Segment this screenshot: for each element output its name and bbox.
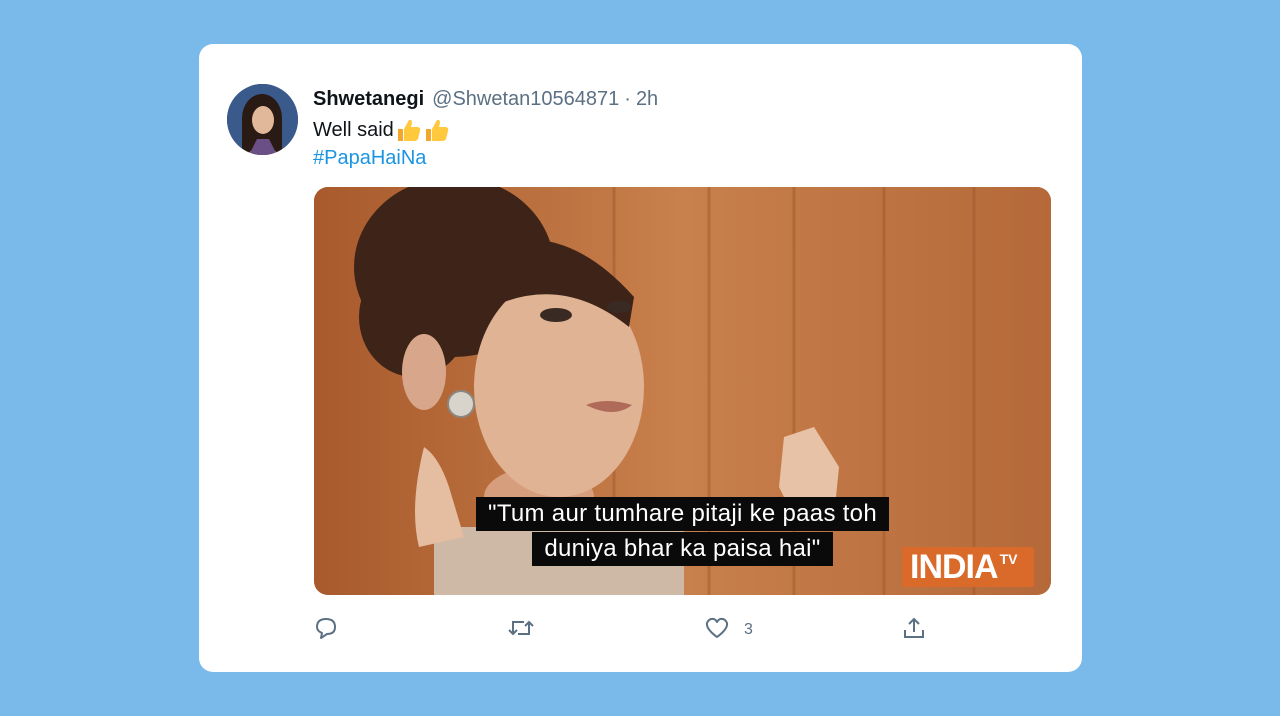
separator-dot: · xyxy=(624,87,631,110)
retweet-icon xyxy=(507,616,535,645)
like-count: 3 xyxy=(744,621,753,638)
watermark-sub: TV xyxy=(999,551,1018,567)
reply-button[interactable] xyxy=(313,615,339,645)
thumbs-up-emoji xyxy=(424,118,450,142)
share-button[interactable] xyxy=(901,615,927,645)
share-icon xyxy=(901,616,927,645)
user-handle[interactable]: @Shwetan10564871 xyxy=(432,88,619,111)
like-button[interactable]: 3 xyxy=(704,615,753,645)
heart-icon xyxy=(704,616,730,645)
timestamp[interactable]: 2h xyxy=(636,88,658,111)
tweet-text: Well said xyxy=(313,118,450,142)
avatar[interactable] xyxy=(227,84,298,155)
thumbs-up-emoji xyxy=(396,118,422,142)
tweet-text-body: Well said xyxy=(313,118,394,141)
hashtag-link[interactable]: #PapaHaiNa xyxy=(313,147,426,170)
subtitle-line-1-text: "Tum aur tumhare pitaji ke paas toh xyxy=(476,497,889,531)
reply-icon xyxy=(313,616,339,645)
tweet-media-image[interactable]: "Tum aur tumhare pitaji ke paas toh duni… xyxy=(314,187,1051,595)
tweet-card: Shwetanegi @Shwetan10564871 · 2h Well sa… xyxy=(199,44,1082,672)
subtitle-line-2-text: duniya bhar ka paisa hai" xyxy=(532,532,833,566)
watermark-main: INDIA xyxy=(910,548,999,586)
subtitle-line-1: "Tum aur tumhare pitaji ke paas toh xyxy=(314,497,1051,531)
retweet-button[interactable] xyxy=(507,615,535,645)
display-name[interactable]: Shwetanegi xyxy=(313,88,424,111)
tweet-header: Shwetanegi @Shwetan10564871 · 2h xyxy=(313,86,658,112)
channel-watermark: INDIA TV xyxy=(902,547,1034,587)
tweet-actions: 3 xyxy=(313,615,1033,645)
